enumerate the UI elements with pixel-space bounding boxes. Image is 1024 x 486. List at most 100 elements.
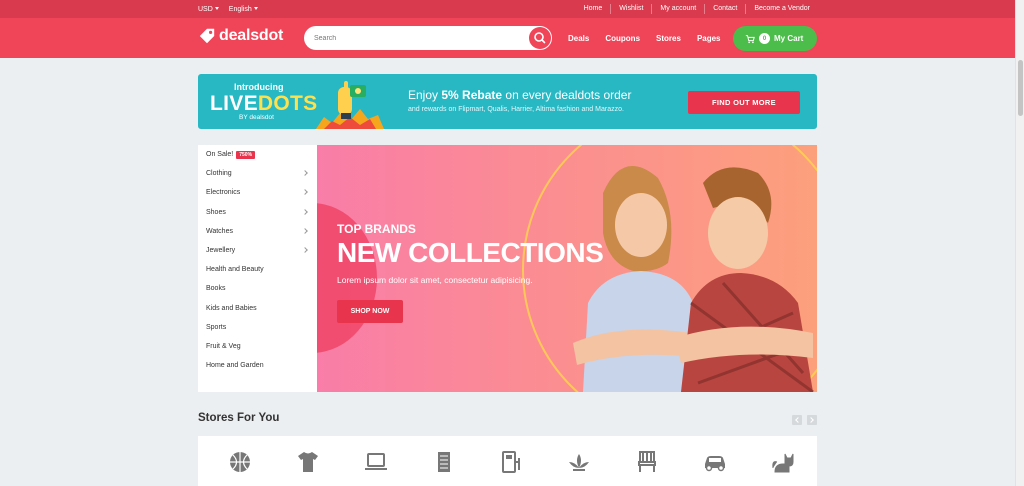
category-label: Watches xyxy=(206,227,233,235)
search-icon xyxy=(534,32,546,44)
category-clothing[interactable]: Clothing xyxy=(198,164,317,183)
hero-text: Lorem ipsum dolor sit amet, consectetur … xyxy=(337,275,533,285)
category-label: Books xyxy=(206,285,226,293)
store-item[interactable] xyxy=(206,436,274,486)
category-label: Sports xyxy=(206,323,227,331)
stores-next-button[interactable] xyxy=(807,415,817,425)
promo-logo-text: LIVEDOTS xyxy=(210,92,317,116)
search-input[interactable] xyxy=(314,30,524,46)
nav-pages[interactable]: Pages xyxy=(697,34,721,43)
nav-coupons[interactable]: Coupons xyxy=(605,34,640,43)
basketball-icon xyxy=(229,452,250,472)
category-jewellery[interactable]: Jewellery xyxy=(198,241,317,260)
top-link-home[interactable]: Home xyxy=(576,4,611,14)
promo-headline-prefix: Enjoy xyxy=(408,88,442,102)
promo-title-live: LIVE xyxy=(210,92,258,115)
category-label: Shoes xyxy=(206,208,226,216)
category-sports[interactable]: Sports xyxy=(198,318,317,337)
promo-headline: Enjoy 5% Rebate on every dealdots order xyxy=(408,88,631,102)
cart-label: My Cart xyxy=(774,34,804,43)
currency-selector[interactable]: USD xyxy=(198,6,219,13)
chevron-right-icon xyxy=(302,247,308,253)
search-button[interactable] xyxy=(529,27,551,49)
language-label: English xyxy=(228,5,252,13)
category-label: Fruit & Veg xyxy=(206,342,241,350)
category-on-sale[interactable]: On Sale! 750% xyxy=(198,145,317,164)
brand-name: dealsdot xyxy=(219,27,284,44)
book-stack-icon xyxy=(437,452,450,472)
currency-label: USD xyxy=(198,5,213,13)
category-fruit-veg[interactable]: Fruit & Veg xyxy=(198,337,317,356)
promo-by: BY dealsdot xyxy=(239,114,274,121)
main-header: dealsdot Deals Coupons Stores Pages 0 My… xyxy=(0,18,1015,58)
sale-badge: 750% xyxy=(236,150,256,159)
store-item[interactable] xyxy=(410,436,478,486)
appliance-icon xyxy=(501,451,520,473)
store-item[interactable] xyxy=(478,436,546,486)
store-item[interactable] xyxy=(749,436,817,486)
chair-icon xyxy=(638,451,657,472)
chevron-right-icon xyxy=(302,189,308,196)
cart-button[interactable]: 0 My Cart xyxy=(733,26,817,51)
top-link-contact[interactable]: Contact xyxy=(704,4,745,14)
nav-stores[interactable]: Stores xyxy=(656,34,681,43)
stores-prev-button[interactable] xyxy=(792,415,802,425)
top-strip: USD English Home Wishlist My account Con… xyxy=(0,0,1015,18)
brand-logo[interactable]: dealsdot xyxy=(198,27,283,45)
store-item[interactable] xyxy=(342,436,410,486)
scrollbar-thumb[interactable] xyxy=(1018,60,1023,116)
category-label: Clothing xyxy=(206,170,232,178)
hero-banner: TOP BRANDS NEW COLLECTIONS Lorem ipsum d… xyxy=(317,145,817,392)
find-out-more-button[interactable]: FIND OUT MORE xyxy=(688,91,800,114)
promo-headline-suffix: on every dealdots order xyxy=(502,88,632,102)
category-home-garden[interactable]: Home and Garden xyxy=(198,356,317,375)
tag-logo-icon xyxy=(199,28,215,44)
language-selector[interactable]: English xyxy=(229,6,258,13)
promo-title-dots: DOTS xyxy=(257,92,318,115)
promo-subtext: and rewards on Flipmart, Qualis, Harrier… xyxy=(408,106,624,113)
livedots-promo-banner: Introducing LIVEDOTS BY dealsdot Enjoy 5… xyxy=(198,74,817,129)
store-item[interactable] xyxy=(274,436,342,486)
chevron-right-icon xyxy=(302,227,308,234)
shop-now-button[interactable]: SHOP NOW xyxy=(337,300,403,323)
top-link-become-vendor[interactable]: Become a Vendor xyxy=(745,4,818,14)
category-electronics[interactable]: Electronics xyxy=(198,183,317,202)
cart-icon xyxy=(745,34,755,43)
hand-money-illustration xyxy=(316,81,384,129)
category-sidebar: On Sale! 750% Clothing Electronics Shoes … xyxy=(198,145,317,392)
promo-headline-bold: 5% Rebate xyxy=(441,88,503,102)
store-item[interactable] xyxy=(613,436,681,486)
category-shoes[interactable]: Shoes xyxy=(198,203,317,222)
chevron-down-icon xyxy=(214,7,219,11)
category-label: Kids and Babies xyxy=(206,304,257,312)
store-item[interactable] xyxy=(681,436,749,486)
category-watches[interactable]: Watches xyxy=(198,222,317,241)
store-item[interactable] xyxy=(545,436,613,486)
category-books[interactable]: Books xyxy=(198,279,317,298)
main-nav: Deals Coupons Stores Pages xyxy=(568,18,737,58)
search-bar xyxy=(304,26,552,50)
tshirt-icon xyxy=(297,452,318,472)
stores-section-title: Stores For You xyxy=(198,412,280,424)
category-label: Home and Garden xyxy=(206,362,264,370)
laptop-icon xyxy=(364,453,387,470)
top-link-wishlist[interactable]: Wishlist xyxy=(610,4,651,14)
category-label: Electronics xyxy=(206,189,241,197)
category-label: Health and Beauty xyxy=(206,266,264,274)
category-label: On Sale! xyxy=(206,151,234,159)
cat-icon xyxy=(772,453,794,473)
chevron-down-icon xyxy=(253,7,258,11)
nav-deals[interactable]: Deals xyxy=(568,34,589,43)
promo-intro: Introducing xyxy=(234,82,284,92)
category-health-beauty[interactable]: Health and Beauty xyxy=(198,260,317,279)
chevron-right-icon xyxy=(302,170,308,177)
category-kids-babies[interactable]: Kids and Babies xyxy=(198,299,317,318)
top-link-my-account[interactable]: My account xyxy=(651,4,704,14)
chevron-right-icon xyxy=(302,208,308,215)
page-scrollbar[interactable] xyxy=(1015,0,1024,486)
kids-photo xyxy=(573,166,814,392)
stores-carousel xyxy=(198,436,817,486)
category-label: Jewellery xyxy=(206,247,236,255)
hero-eyebrow: TOP BRANDS xyxy=(337,222,416,236)
cart-count-badge: 0 xyxy=(759,33,770,44)
